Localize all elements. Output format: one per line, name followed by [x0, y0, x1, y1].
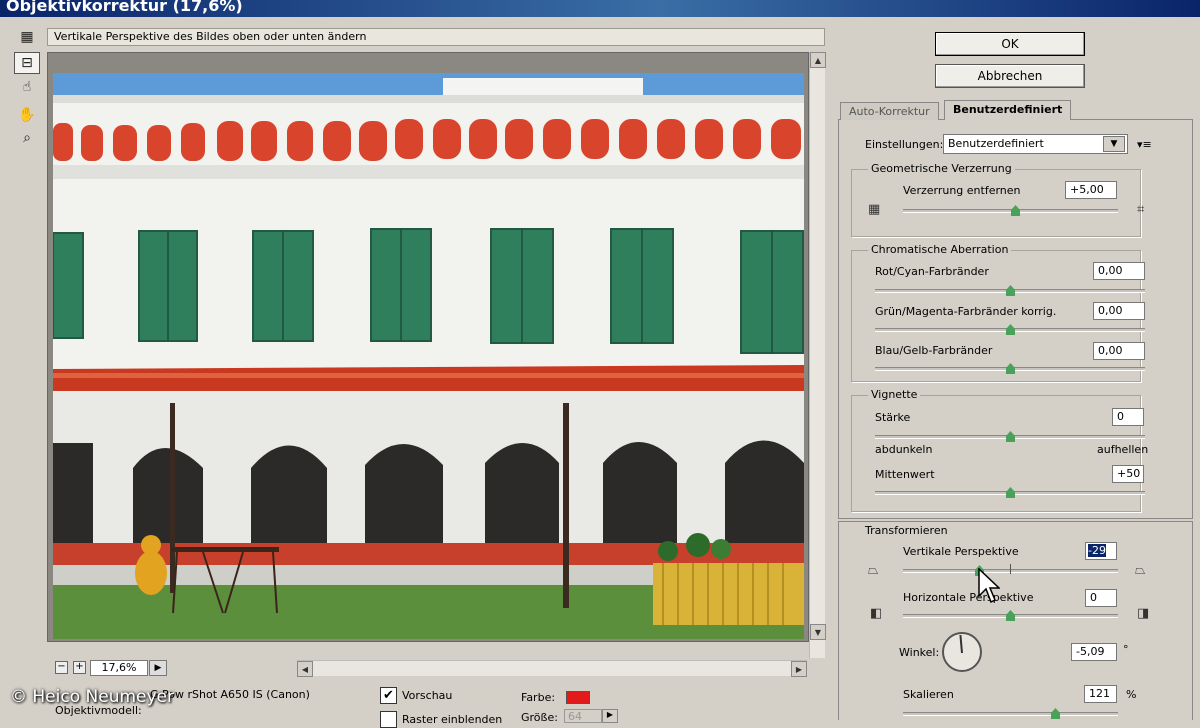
move-grid-tool-icon[interactable]: ☝	[14, 76, 40, 98]
size-label: Größe:	[521, 711, 558, 724]
pincushion-icon: ⌗	[1137, 202, 1145, 217]
cancel-button[interactable]: Abbrechen	[935, 64, 1085, 88]
vertical-scrollbar[interactable]: ▲ ▼	[809, 52, 826, 658]
tab-auto-correction[interactable]: Auto-Korrektur	[840, 102, 939, 120]
scale-slider[interactable]	[903, 712, 1118, 716]
remove-distortion-field[interactable]: +5,00	[1065, 181, 1117, 199]
scroll-up-icon[interactable]: ▲	[810, 52, 826, 68]
copyright-watermark: © Heico Neumeyer	[10, 687, 174, 707]
perspective-left-icon: ◧	[870, 606, 883, 621]
preview-image[interactable]	[53, 73, 804, 639]
window-title: Objektivkorrektur (17,6%)	[0, 0, 1200, 17]
green-magenta-field[interactable]: 0,00	[1093, 302, 1145, 320]
zoom-menu-icon[interactable]: ▶	[149, 660, 167, 676]
red-cyan-field[interactable]: 0,00	[1093, 262, 1145, 280]
percent-unit: %	[1126, 688, 1137, 701]
remove-distortion-slider[interactable]	[903, 209, 1118, 213]
vignette-midpoint-label: Mittenwert	[875, 468, 935, 481]
angle-label: Winkel:	[899, 646, 940, 659]
vignette-midpoint-field[interactable]: +50	[1112, 465, 1144, 483]
scroll-down-icon[interactable]: ▼	[810, 624, 826, 640]
transform-title: Transformieren	[862, 524, 951, 537]
vertical-perspective-label: Vertikale Perspektive	[903, 545, 1019, 558]
vignette-amount-label: Stärke	[875, 411, 911, 424]
degree-unit: °	[1123, 643, 1129, 656]
scroll-right-icon[interactable]: ▶	[791, 661, 807, 677]
zoom-in-button[interactable]: +	[73, 661, 86, 674]
blue-yellow-label: Blau/Gelb-Farbränder	[875, 344, 993, 357]
horizontal-perspective-label: Horizontale Perspektive	[903, 591, 1034, 604]
perspective-down-icon: ⏢	[1135, 563, 1146, 578]
zoom-field[interactable]: 17,6%	[90, 660, 148, 676]
settings-label: Einstellungen:	[865, 138, 944, 151]
remove-distortion-label: Verzerrung entfernen	[903, 184, 1021, 197]
preview-label: Vorschau	[402, 689, 453, 702]
settings-select[interactable]: Benutzerdefiniert	[943, 134, 1128, 154]
hand-tool-icon[interactable]: ✋	[14, 104, 40, 126]
geometric-distortion-title: Geometrische Verzerrung	[868, 162, 1015, 175]
horizontal-perspective-field[interactable]: 0	[1085, 589, 1117, 607]
geometric-distortion-group	[851, 169, 1141, 237]
grid-size-field[interactable]: 64	[564, 709, 602, 723]
chevron-down-icon[interactable]: ▼	[1103, 136, 1125, 152]
red-cyan-label: Rot/Cyan-Farbränder	[875, 265, 989, 278]
scale-field[interactable]: 121	[1084, 685, 1117, 703]
vertical-perspective-center-tick	[1010, 564, 1011, 574]
chromatic-aberration-title: Chromatische Aberration	[868, 243, 1012, 256]
mouse-cursor-icon	[978, 568, 1000, 604]
grid-size-menu-icon[interactable]: ▶	[602, 709, 618, 723]
preview-checkbox[interactable]: ✔	[380, 687, 397, 704]
angle-field[interactable]: -5,09	[1071, 643, 1117, 661]
tab-custom[interactable]: Benutzerdefiniert	[944, 100, 1072, 120]
straighten-tool-icon[interactable]: ⊟	[14, 52, 40, 74]
scale-label: Skalieren	[903, 688, 954, 701]
vertical-perspective-field[interactable]: -29	[1085, 542, 1117, 560]
green-magenta-label: Grün/Magenta-Farbränder korrig.	[875, 305, 1057, 318]
blue-yellow-field[interactable]: 0,00	[1093, 342, 1145, 360]
settings-menu-icon[interactable]: ▾≡	[1137, 138, 1152, 151]
horizontal-scrollbar[interactable]: ◀ ▶	[297, 660, 807, 677]
barrel-icon: ▦	[868, 202, 881, 217]
lighten-label: aufhellen	[1097, 443, 1149, 456]
perspective-right-icon: ◨	[1137, 606, 1150, 621]
grid-color-swatch[interactable]	[566, 691, 590, 704]
darken-label: abdunkeln	[875, 443, 933, 456]
zoom-tool-icon[interactable]: ⌕	[14, 127, 40, 149]
color-label: Farbe:	[521, 691, 556, 704]
scroll-left-icon[interactable]: ◀	[297, 661, 313, 677]
grid-tool-icon[interactable]: ▦	[14, 26, 40, 48]
ok-button[interactable]: OK	[935, 32, 1085, 56]
zoom-out-button[interactable]: −	[55, 661, 68, 674]
vignette-title: Vignette	[868, 388, 921, 401]
perspective-up-icon: ⏢	[868, 563, 879, 578]
tool-hint: Vertikale Perspektive des Bildes oben od…	[47, 28, 825, 46]
vignette-amount-field[interactable]: 0	[1112, 408, 1144, 426]
